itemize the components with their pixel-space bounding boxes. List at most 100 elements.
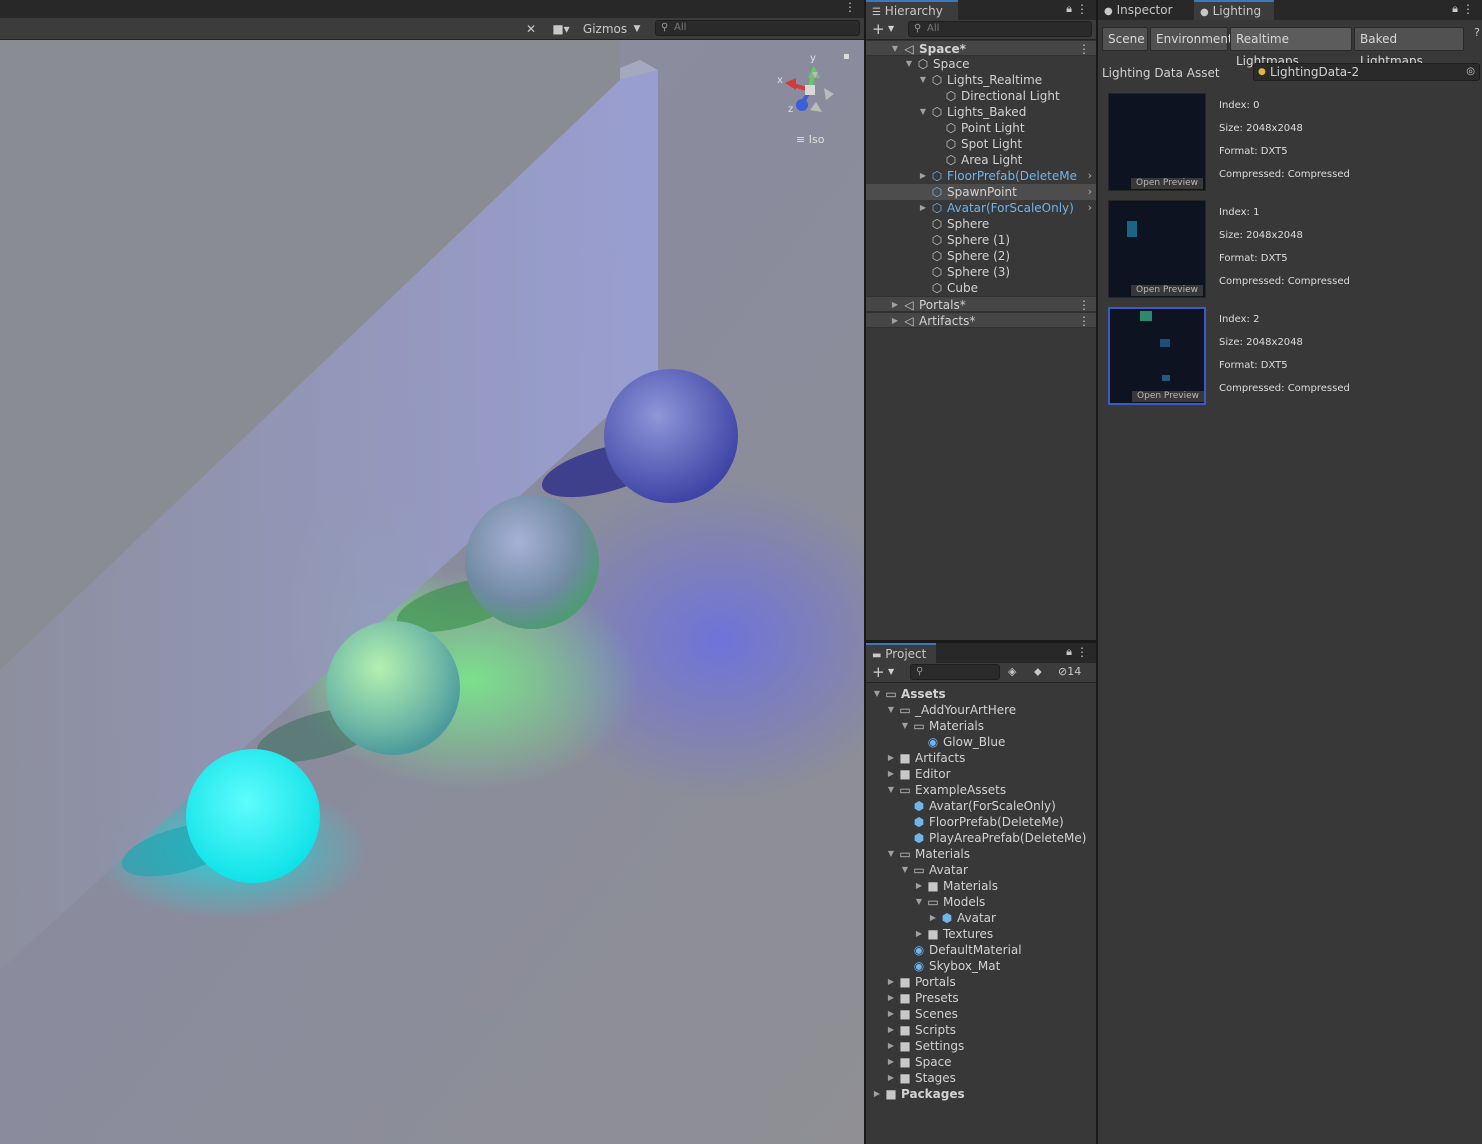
open-prefab-chevron-icon[interactable]: › bbox=[1088, 184, 1092, 200]
hierarchy-item[interactable]: ⬡ Sphere (2) bbox=[866, 248, 1096, 264]
sphere[interactable] bbox=[186, 749, 320, 883]
project-item[interactable]: ⬢ PlayAreaPrefab(DeleteMe) bbox=[866, 830, 1096, 846]
hierarchy-item[interactable]: ⬡ Spot Light bbox=[866, 136, 1096, 152]
help-icon[interactable]: ? bbox=[1474, 26, 1480, 39]
object-picker-icon[interactable]: ◎ bbox=[1466, 64, 1475, 80]
project-item[interactable]: ▶ ■ Textures bbox=[866, 926, 1096, 942]
hidden-packages-toggle[interactable]: ⊘14 bbox=[1058, 663, 1081, 681]
project-item[interactable]: ▶ ■ Presets bbox=[866, 990, 1096, 1006]
expand-arrow-down-icon[interactable]: ▼ bbox=[914, 894, 924, 910]
expand-arrow-right-icon[interactable]: ▶ bbox=[872, 1086, 882, 1102]
project-item[interactable]: ◉ Skybox_Mat bbox=[866, 958, 1096, 974]
expand-arrow-right-icon[interactable]: ▶ bbox=[886, 766, 896, 782]
expand-arrow-down-icon[interactable]: ▼ bbox=[904, 56, 914, 72]
lighting-subtab[interactable]: Realtime Lightmaps bbox=[1230, 27, 1352, 68]
hierarchy-item[interactable]: ⬡ Cube bbox=[866, 280, 1096, 296]
hierarchy-item[interactable]: ▼ ⬡ Lights_Realtime bbox=[866, 72, 1096, 88]
sphere-2[interactable] bbox=[465, 495, 599, 629]
project-tree[interactable]: ▼ ▭ Assets ▼ ▭ _AddYourArtHere ▼ ▭ Materials ◉ Glo… bbox=[866, 686, 1096, 1144]
tab-lighting[interactable]: ● Lighting bbox=[1194, 0, 1274, 20]
hierarchy-item[interactable]: ▶ ◁ Artifacts* ⋮ bbox=[866, 312, 1096, 328]
project-item[interactable]: ▶ ■ Portals bbox=[866, 974, 1096, 990]
scene-viewport[interactable] bbox=[0, 40, 864, 1144]
add-icon[interactable]: + bbox=[872, 663, 885, 681]
lighting-data-asset-field[interactable]: ● LightingData-2 ◎ bbox=[1253, 63, 1480, 81]
project-item[interactable]: ▶ ■ Editor bbox=[866, 766, 1096, 782]
project-item[interactable]: ▶ ■ Stages bbox=[866, 1070, 1096, 1086]
expand-arrow-down-icon[interactable]: ▼ bbox=[890, 41, 900, 57]
project-item[interactable]: ▼ ▭ Models bbox=[866, 894, 1096, 910]
project-search-input[interactable]: ⚲ bbox=[910, 664, 1000, 680]
open-preview-button[interactable]: Open Preview bbox=[1131, 285, 1203, 296]
lightmap-thumbnail[interactable]: Open Preview bbox=[1108, 93, 1206, 191]
project-item[interactable]: ▶ ■ Artifacts bbox=[866, 750, 1096, 766]
expand-arrow-right-icon[interactable]: ▶ bbox=[886, 750, 896, 766]
project-item[interactable]: ▶ ⬢ Avatar bbox=[866, 910, 1096, 926]
hierarchy-item[interactable]: ▶ ◁ Portals* ⋮ bbox=[866, 296, 1096, 312]
project-item[interactable]: ▼ ▭ Assets bbox=[866, 686, 1096, 702]
project-item[interactable]: ▼ ▭ Materials bbox=[866, 718, 1096, 734]
hierarchy-search-input[interactable]: ⚲ All bbox=[908, 21, 1092, 37]
gizmo-lock-icon[interactable]: ▪ bbox=[843, 51, 850, 62]
expand-arrow-down-icon[interactable]: ▼ bbox=[886, 782, 896, 798]
expand-arrow-right-icon[interactable]: ▶ bbox=[886, 1038, 896, 1054]
lighting-subtab[interactable]: Environment bbox=[1150, 27, 1233, 51]
expand-arrow-right-icon[interactable]: ▶ bbox=[890, 313, 900, 329]
hierarchy-item[interactable]: ▼ ⬡ Lights_Baked bbox=[866, 104, 1096, 120]
tab-project[interactable]: ▬ Project bbox=[866, 643, 936, 663]
tab-inspector[interactable]: ● Inspector bbox=[1098, 0, 1192, 20]
sphere-3[interactable] bbox=[604, 369, 738, 503]
hierarchy-item[interactable]: ⬡ Area Light bbox=[866, 152, 1096, 168]
expand-arrow-right-icon[interactable]: ▶ bbox=[914, 878, 924, 894]
lightmap-thumbnail[interactable]: Open Preview bbox=[1108, 200, 1206, 298]
lock-icon[interactable]: 🔒︎ bbox=[1066, 645, 1072, 659]
project-item[interactable]: ▶ ■ Settings bbox=[866, 1038, 1096, 1054]
gizmos-button[interactable]: Gizmos bbox=[582, 20, 628, 38]
expand-arrow-right-icon[interactable]: ▶ bbox=[918, 168, 928, 184]
expand-arrow-right-icon[interactable]: ▶ bbox=[890, 297, 900, 313]
gizmos-dropdown-icon[interactable]: ▼ bbox=[630, 20, 644, 38]
scene-kebab-icon[interactable]: ⋮ bbox=[1078, 41, 1090, 57]
orientation-gizmo[interactable]: y x z bbox=[772, 50, 852, 132]
open-prefab-chevron-icon[interactable]: › bbox=[1088, 200, 1092, 216]
expand-arrow-right-icon[interactable]: ▶ bbox=[886, 1022, 896, 1038]
project-item[interactable]: ▶ ■ Scripts bbox=[866, 1022, 1096, 1038]
hierarchy-item[interactable]: ⬡ Point Light bbox=[866, 120, 1096, 136]
open-preview-button[interactable]: Open Preview bbox=[1131, 178, 1203, 189]
expand-arrow-down-icon[interactable]: ▼ bbox=[918, 104, 928, 120]
expand-arrow-right-icon[interactable]: ▶ bbox=[886, 990, 896, 1006]
hierarchy-item[interactable]: ▶ ⬡ Avatar(ForScaleOnly) › bbox=[866, 200, 1096, 216]
hierarchy-item[interactable]: ▼ ⬡ Space bbox=[866, 56, 1096, 72]
project-item[interactable]: ▼ ▭ Avatar bbox=[866, 862, 1096, 878]
hierarchy-tree[interactable]: ▼ ◁ Space* ⋮ ▼ ⬡ Space ▼ ⬡ Lights_Realtime ⬡ Direct… bbox=[866, 40, 1096, 640]
hierarchy-item[interactable]: ⬡ Directional Light bbox=[866, 88, 1096, 104]
expand-arrow-right-icon[interactable]: ▶ bbox=[886, 1054, 896, 1070]
expand-arrow-down-icon[interactable]: ▼ bbox=[886, 846, 896, 862]
expand-arrow-right-icon[interactable]: ▶ bbox=[914, 926, 924, 942]
scene-kebab-icon[interactable]: ⋮ bbox=[1078, 313, 1090, 329]
lock-icon[interactable]: 🔒︎ bbox=[1066, 2, 1072, 16]
expand-arrow-right-icon[interactable]: ▶ bbox=[928, 910, 938, 926]
lighting-subtab[interactable]: Scene bbox=[1102, 27, 1148, 51]
project-item[interactable]: ⬢ Avatar(ForScaleOnly) bbox=[866, 798, 1096, 814]
hierarchy-item[interactable]: ▼ ◁ Space* ⋮ bbox=[866, 40, 1096, 56]
project-item[interactable]: ⬢ FloorPrefab(DeleteMe) bbox=[866, 814, 1096, 830]
expand-arrow-right-icon[interactable]: ▶ bbox=[886, 1070, 896, 1086]
project-item[interactable]: ▼ ▭ _AddYourArtHere bbox=[866, 702, 1096, 718]
hierarchy-item[interactable]: ⬡ Sphere (3) bbox=[866, 264, 1096, 280]
lighting-kebab-icon[interactable]: ⋮ bbox=[1462, 2, 1474, 16]
expand-arrow-right-icon[interactable]: ▶ bbox=[886, 1006, 896, 1022]
crossed-tools-icon[interactable]: ✕ bbox=[522, 20, 540, 38]
expand-arrow-down-icon[interactable]: ▼ bbox=[900, 718, 910, 734]
hierarchy-item[interactable]: ⬡ Sphere (1) bbox=[866, 232, 1096, 248]
open-prefab-chevron-icon[interactable]: › bbox=[1088, 168, 1092, 184]
tab-hierarchy[interactable]: ☰ Hierarchy bbox=[866, 0, 958, 20]
add-dropdown-icon[interactable]: ▼ bbox=[888, 20, 894, 38]
camera-icon[interactable]: ■▾ bbox=[546, 20, 576, 38]
sphere-1[interactable] bbox=[326, 621, 460, 755]
filter-by-type-icon[interactable]: ◈ bbox=[1008, 663, 1016, 681]
scene-view[interactable]: ⋮ ✕ ■▾ Gizmos ▼ ⚲ All y x z ▪ ≡ Iso bbox=[0, 0, 864, 1144]
project-item[interactable]: ◉ Glow_Blue bbox=[866, 734, 1096, 750]
project-item[interactable]: ◉ DefaultMaterial bbox=[866, 942, 1096, 958]
project-kebab-icon[interactable]: ⋮ bbox=[1076, 645, 1088, 659]
